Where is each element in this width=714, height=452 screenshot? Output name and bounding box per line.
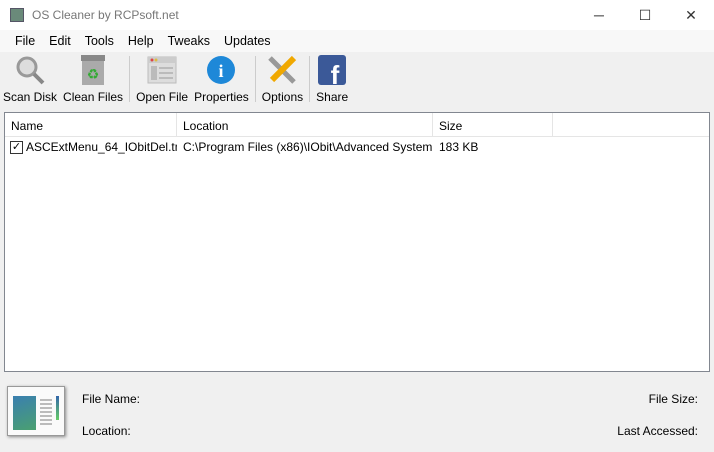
svg-text:♻: ♻ (87, 66, 100, 82)
facebook-icon: f (316, 54, 348, 86)
scan-disk-button[interactable]: Scan Disk (0, 54, 60, 104)
file-size: 183 KB (439, 140, 479, 154)
toolbar-separator (309, 55, 311, 102)
tools-icon (266, 54, 298, 86)
window-icon (146, 54, 178, 86)
menu-tweaks[interactable]: Tweaks (163, 34, 219, 48)
toolbar-separator (254, 55, 256, 102)
column-location[interactable]: Location (177, 113, 433, 136)
menu-edit[interactable]: Edit (44, 34, 80, 48)
last-accessed-label: Last Accessed: (617, 424, 698, 438)
options-button[interactable]: Options (259, 54, 306, 104)
table-row[interactable]: ✓ ASCExtMenu_64_IObitDel.tmp C:\Program F… (5, 137, 709, 157)
info-icon: i (205, 54, 237, 86)
column-size[interactable]: Size (433, 113, 553, 136)
file-list[interactable]: Name Location Size ✓ ASCExtMenu_64_IObitD… (4, 112, 710, 372)
clean-files-button[interactable]: ♻ Clean Files (60, 54, 126, 104)
file-name: ASCExtMenu_64_IObitDel.tmp (26, 139, 177, 154)
app-icon (10, 8, 24, 22)
list-header: Name Location Size (5, 113, 709, 137)
file-preview-icon (7, 386, 65, 436)
magnifier-icon (14, 54, 46, 86)
location-label: Location: (82, 424, 131, 438)
file-name-label: File Name: (82, 392, 141, 406)
column-name[interactable]: Name (5, 113, 177, 136)
recycle-bin-icon: ♻ (77, 54, 109, 86)
open-file-button[interactable]: Open File (133, 54, 191, 104)
menu-updates[interactable]: Updates (219, 34, 280, 48)
toolbar: Scan Disk ♻ Clean Files Open File i Prop… (0, 53, 714, 109)
svg-text:i: i (219, 61, 224, 81)
window-title: OS Cleaner by RCPsoft.net (32, 8, 179, 22)
file-size-label: File Size: (648, 392, 698, 406)
title-bar: OS Cleaner by RCPsoft.net ─ ☐ ✕ (0, 0, 714, 30)
maximize-button[interactable]: ☐ (622, 0, 668, 30)
close-button[interactable]: ✕ (668, 0, 714, 30)
menu-tools[interactable]: Tools (80, 34, 123, 48)
share-button[interactable]: f Share (313, 54, 351, 104)
menu-file[interactable]: File (0, 34, 44, 48)
toolbar-separator (129, 55, 131, 102)
menu-bar: File Edit Tools Help Tweaks Updates (0, 30, 714, 52)
minimize-button[interactable]: ─ (576, 0, 622, 30)
file-location: C:\Program Files (x86)\IObit\Advanced Sy… (183, 140, 433, 154)
svg-text:f: f (331, 60, 340, 85)
row-checkbox[interactable]: ✓ (10, 141, 23, 155)
menu-help[interactable]: Help (123, 34, 163, 48)
properties-button[interactable]: i Properties (191, 54, 252, 104)
